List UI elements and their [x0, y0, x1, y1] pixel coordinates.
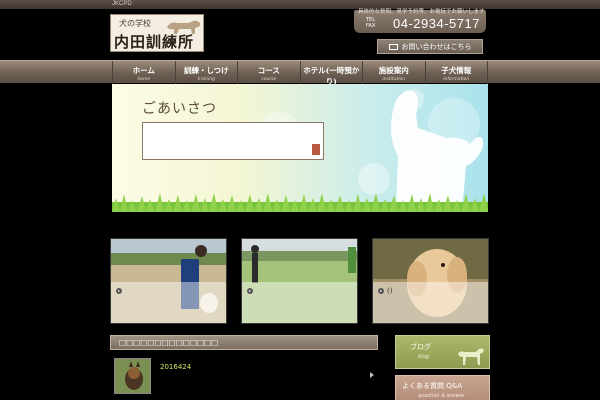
arrow-circle-icon: [116, 288, 122, 294]
page: JKCPD 犬の学校 内田訓練所 具体的な質問、見学予約等、お電話でお願いします…: [0, 0, 600, 400]
site-logo[interactable]: 犬の学校 内田訓練所: [110, 14, 204, 52]
nav-label: コース: [257, 66, 280, 75]
logo-title: 内田訓練所: [114, 33, 195, 51]
photo-caption: [116, 287, 125, 295]
nav-sublabel: course: [261, 77, 277, 82]
greeting-text-box: [142, 122, 324, 160]
news-date[interactable]: 2016424: [160, 363, 191, 371]
nav-label: 訓練・しつけ: [183, 66, 229, 75]
photo-caption: [247, 287, 256, 295]
shepherd-dog-photo: [115, 359, 150, 393]
fax-label: FAX: [366, 23, 376, 29]
blog-banner-subtitle: blog: [418, 354, 429, 360]
logo-subtitle: 犬の学校: [119, 19, 151, 28]
photo-card-puppy[interactable]: (): [372, 238, 489, 324]
nav-item-course[interactable]: コース course: [237, 61, 300, 84]
nav-label: 施設案内: [378, 66, 409, 75]
news-section-title: □□□□□□□□□□□□□□: [119, 338, 219, 347]
faq-banner-subtitle: question & answer: [418, 393, 465, 399]
inquiry-button[interactable]: お問い合わせはこちら: [377, 39, 483, 54]
photo-card-field[interactable]: [241, 238, 358, 324]
nav-items: ホーム home 訓練・しつけ training コース course ホテル(…: [112, 61, 488, 93]
nav-sublabel: institution: [382, 77, 406, 82]
nav-item-institution[interactable]: 施設案内 institution: [362, 61, 425, 84]
top-strip: JKCPD: [0, 0, 600, 9]
nav-item-hotel[interactable]: ホテル(一時預かり) hotel: [299, 61, 363, 93]
hero-title: ごあいさつ: [142, 101, 217, 117]
faq-banner[interactable]: よくある質問 Q&A question & answer: [395, 375, 490, 400]
photo-caption-text: (): [387, 287, 393, 295]
blog-banner[interactable]: ブログ blog: [395, 335, 490, 369]
news-thumbnail[interactable]: [114, 358, 151, 394]
grass-decoration: [112, 193, 488, 212]
phone-number[interactable]: 04-2934-5717: [393, 16, 480, 31]
photo-caption: (): [378, 287, 392, 295]
chevron-right-icon[interactable]: [370, 372, 374, 378]
hero-banner: ごあいさつ: [112, 84, 488, 212]
nav-sublabel: training: [197, 77, 215, 82]
nav-item-training[interactable]: 訓練・しつけ training: [174, 61, 238, 84]
arrow-circle-icon: [378, 288, 384, 294]
nav-sublabel: information: [443, 77, 470, 82]
nav-item-home[interactable]: ホーム home: [112, 61, 175, 84]
news-section-header: □□□□□□□□□□□□□□: [110, 335, 378, 350]
blog-banner-title: ブログ: [410, 343, 431, 351]
arrow-circle-icon: [247, 288, 253, 294]
nav-label: ホーム: [132, 66, 155, 75]
main-nav: ホーム home 訓練・しつけ training コース course ホテル(…: [0, 60, 600, 93]
inquiry-button-label: お問い合わせはこちら: [401, 42, 472, 51]
nav-item-puppy-info[interactable]: 子犬情報 information: [424, 61, 488, 84]
mail-icon: [388, 43, 398, 50]
nav-sublabel: home: [137, 77, 151, 82]
photo-card-training[interactable]: [110, 238, 227, 324]
photo-caption-overlay: [242, 282, 357, 323]
faq-banner-title: よくある質問 Q&A: [402, 382, 462, 390]
tel-fax-labels: TEL FAX: [366, 17, 375, 29]
dog-silhouette-icon: [458, 348, 484, 365]
nav-label: 子犬情報: [441, 66, 472, 75]
photo-caption-overlay: [111, 282, 226, 323]
top-strip-label: JKCPD: [112, 1, 132, 7]
contact-note: 具体的な質問、見学予約等、お電話でお願いします: [358, 9, 485, 15]
greeting-mark: [312, 144, 320, 155]
